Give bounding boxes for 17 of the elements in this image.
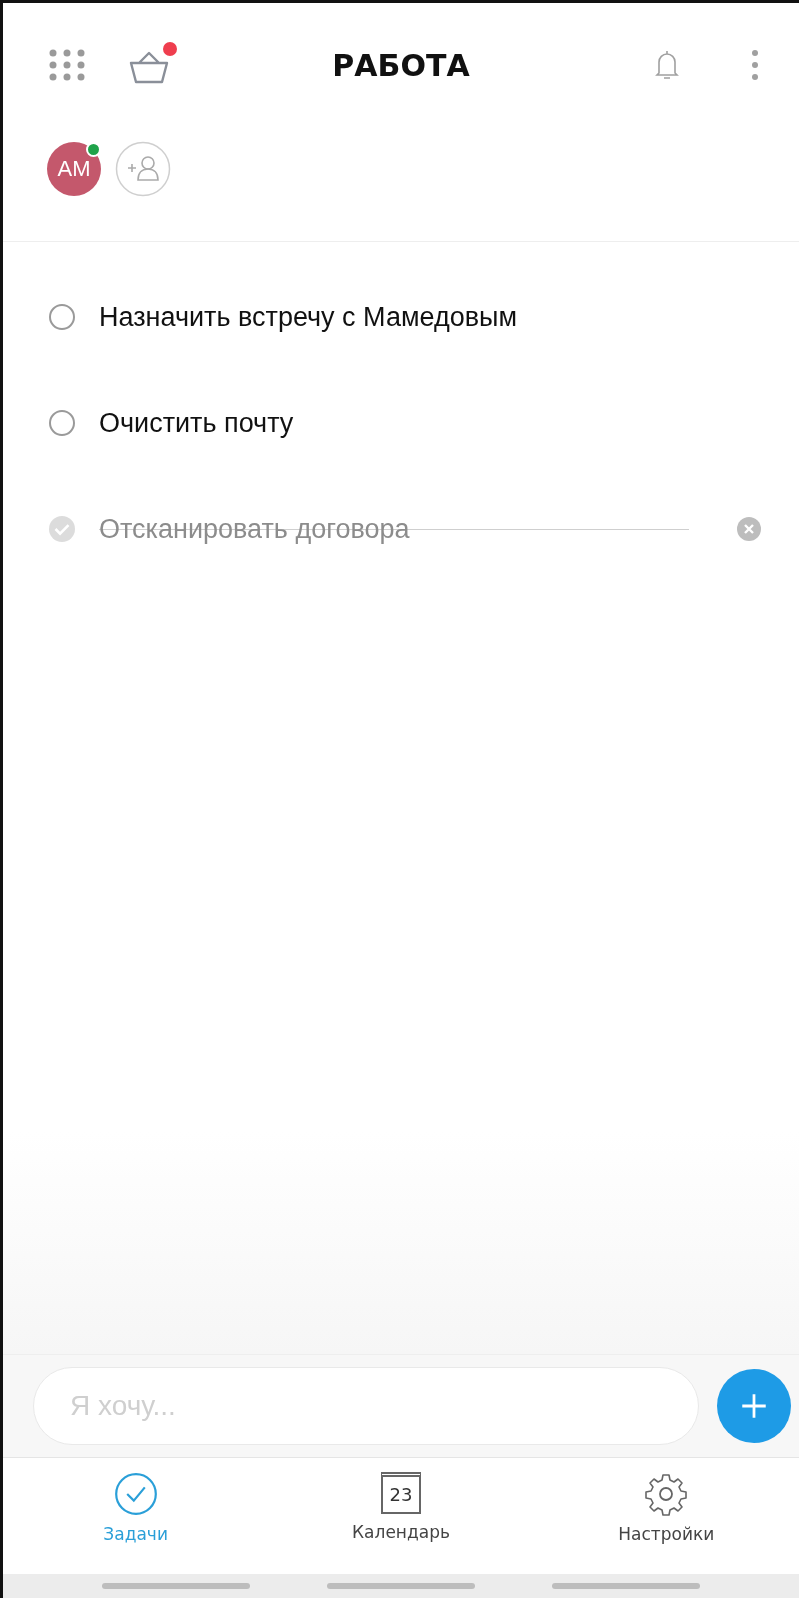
add-person-icon[interactable] — [115, 141, 171, 197]
task-title[interactable]: Назначить встречу с Мамедовым — [99, 301, 517, 333]
check-circle-icon — [113, 1472, 158, 1516]
list-title: РАБОТА — [331, 47, 471, 83]
delete-icon[interactable] — [737, 517, 761, 541]
more-menu-icon[interactable] — [751, 49, 759, 81]
nav-tab[interactable]: 23 Календарь — [268, 1458, 534, 1574]
settings-icon — [644, 1472, 689, 1516]
user-avatar[interactable]: АМ — [47, 142, 101, 196]
nav-tab[interactable]: Настройки — [533, 1458, 799, 1574]
bell-icon[interactable] — [655, 49, 679, 81]
calendar-icon: 23 — [381, 1472, 421, 1514]
task-checkbox[interactable] — [49, 410, 75, 436]
task-title[interactable]: Очистить почту — [99, 407, 294, 439]
task-checkbox[interactable] — [49, 304, 75, 330]
apps-grid-icon[interactable] — [49, 49, 85, 81]
task-checkbox[interactable] — [49, 516, 75, 542]
